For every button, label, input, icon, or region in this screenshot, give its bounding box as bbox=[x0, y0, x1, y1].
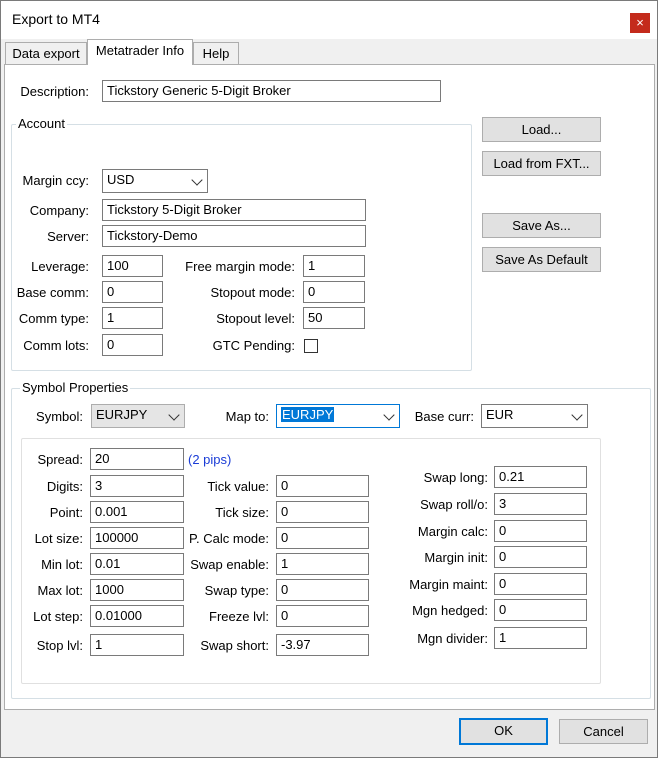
save-as-default-button[interactable]: Save As Default bbox=[482, 247, 601, 272]
swap-enable-field[interactable]: 1 bbox=[276, 553, 369, 575]
server-label: Server: bbox=[47, 229, 89, 244]
symbol-label: Symbol: bbox=[36, 409, 83, 424]
title-bar[interactable]: Export to MT4 × bbox=[1, 1, 657, 39]
account-group bbox=[11, 124, 472, 371]
base-comm-field[interactable]: 0 bbox=[102, 281, 163, 303]
server-field[interactable]: Tickstory-Demo bbox=[102, 225, 366, 247]
swap-enable-label: Swap enable: bbox=[190, 557, 269, 572]
margin-ccy-label: Margin ccy: bbox=[22, 173, 89, 188]
chevron-down-icon bbox=[191, 174, 203, 186]
map-to-value: EURJPY bbox=[281, 407, 335, 422]
symbol-value: EURJPY bbox=[96, 407, 148, 422]
stopout-mode-field[interactable]: 0 bbox=[303, 281, 365, 303]
swap-type-label: Swap type: bbox=[204, 583, 269, 598]
spread-pips-note: (2 pips) bbox=[188, 452, 232, 467]
comm-lots-field[interactable]: 0 bbox=[102, 334, 163, 356]
tick-value-field[interactable]: 0 bbox=[276, 475, 369, 497]
stopout-mode-label: Stopout mode: bbox=[210, 285, 295, 300]
max-lot-field[interactable]: 1000 bbox=[90, 579, 184, 601]
stop-lvl-label: Stop lvl: bbox=[36, 638, 83, 653]
stopout-level-field[interactable]: 50 bbox=[303, 307, 365, 329]
comm-type-label: Comm type: bbox=[18, 311, 89, 326]
account-group-title: Account bbox=[16, 116, 67, 131]
margin-init-label: Margin init: bbox=[424, 550, 488, 565]
free-margin-mode-label: Free margin mode: bbox=[185, 259, 295, 274]
stopout-level-label: Stopout level: bbox=[216, 311, 295, 326]
base-curr-label: Base curr: bbox=[414, 409, 474, 424]
tab-data-export[interactable]: Data export bbox=[5, 42, 87, 65]
point-label: Point: bbox=[49, 505, 83, 520]
base-comm-label: Base comm: bbox=[16, 285, 89, 300]
margin-ccy-select[interactable]: USD bbox=[102, 169, 208, 193]
leverage-label: Leverage: bbox=[31, 259, 89, 274]
margin-calc-label: Margin calc: bbox=[417, 524, 488, 539]
p-calc-mode-label: P. Calc mode: bbox=[189, 531, 269, 546]
tab-help[interactable]: Help bbox=[193, 42, 239, 65]
tick-value-label: Tick value: bbox=[207, 479, 269, 494]
comm-type-field[interactable]: 1 bbox=[102, 307, 163, 329]
load-from-fxt-button[interactable]: Load from FXT... bbox=[482, 151, 601, 176]
stop-lvl-field[interactable]: 1 bbox=[90, 634, 184, 656]
company-label: Company: bbox=[29, 203, 89, 218]
base-curr-select[interactable]: EUR bbox=[481, 404, 588, 428]
cancel-button[interactable]: Cancel bbox=[559, 719, 648, 744]
margin-calc-field[interactable]: 0 bbox=[494, 520, 587, 542]
load-button[interactable]: Load... bbox=[482, 117, 601, 142]
save-as-button[interactable]: Save As... bbox=[482, 213, 601, 238]
mgn-divider-field[interactable]: 1 bbox=[494, 627, 587, 649]
chevron-down-icon bbox=[383, 409, 395, 421]
description-field[interactable]: Tickstory Generic 5-Digit Broker bbox=[102, 80, 441, 102]
swap-roll-field[interactable]: 3 bbox=[494, 493, 587, 515]
swap-type-field[interactable]: 0 bbox=[276, 579, 369, 601]
spread-field[interactable]: 20 bbox=[90, 448, 184, 470]
export-dialog: Export to MT4 × Data export Metatrader I… bbox=[0, 0, 658, 758]
swap-short-label: Swap short: bbox=[200, 638, 269, 653]
gtc-pending-checkbox[interactable] bbox=[304, 339, 318, 353]
chevron-down-icon bbox=[168, 409, 180, 421]
tick-size-field[interactable]: 0 bbox=[276, 501, 369, 523]
swap-long-label: Swap long: bbox=[423, 470, 488, 485]
min-lot-field[interactable]: 0.01 bbox=[90, 553, 184, 575]
point-field[interactable]: 0.001 bbox=[90, 501, 184, 523]
lot-size-field[interactable]: 100000 bbox=[90, 527, 184, 549]
gtc-pending-label: GTC Pending: bbox=[212, 338, 295, 353]
digits-label: Digits: bbox=[46, 479, 83, 494]
symbol-properties-title: Symbol Properties bbox=[20, 380, 131, 395]
free-margin-mode-field[interactable]: 1 bbox=[303, 255, 365, 277]
swap-roll-label: Swap roll/o: bbox=[420, 497, 488, 512]
spread-label: Spread: bbox=[37, 452, 83, 467]
margin-maint-label: Margin maint: bbox=[409, 577, 488, 592]
swap-long-field[interactable]: 0.21 bbox=[494, 466, 587, 488]
tab-metatrader-info[interactable]: Metatrader Info bbox=[87, 39, 193, 65]
swap-short-field[interactable]: -3.97 bbox=[276, 634, 369, 656]
digits-field[interactable]: 3 bbox=[90, 475, 184, 497]
map-to-label: Map to: bbox=[225, 409, 269, 424]
p-calc-mode-field[interactable]: 0 bbox=[276, 527, 369, 549]
mgn-hedged-label: Mgn hedged: bbox=[412, 603, 488, 618]
min-lot-label: Min lot: bbox=[41, 557, 83, 572]
freeze-lvl-field[interactable]: 0 bbox=[276, 605, 369, 627]
lot-step-label: Lot step: bbox=[33, 609, 83, 624]
mgn-divider-label: Mgn divider: bbox=[417, 631, 488, 646]
chevron-down-icon bbox=[571, 409, 583, 421]
map-to-select[interactable]: EURJPY bbox=[276, 404, 400, 428]
window-title: Export to MT4 bbox=[12, 11, 100, 27]
ok-button[interactable]: OK bbox=[459, 718, 548, 745]
symbol-select[interactable]: EURJPY bbox=[91, 404, 185, 428]
base-curr-value: EUR bbox=[486, 407, 514, 422]
freeze-lvl-label: Freeze lvl: bbox=[209, 609, 269, 624]
close-button[interactable]: × bbox=[630, 13, 650, 33]
margin-maint-field[interactable]: 0 bbox=[494, 573, 587, 595]
company-field[interactable]: Tickstory 5-Digit Broker bbox=[102, 199, 366, 221]
mgn-hedged-field[interactable]: 0 bbox=[494, 599, 587, 621]
tick-size-label: Tick size: bbox=[215, 505, 269, 520]
lot-size-label: Lot size: bbox=[34, 531, 83, 546]
comm-lots-label: Comm lots: bbox=[23, 338, 89, 353]
lot-step-field[interactable]: 0.01000 bbox=[90, 605, 184, 627]
description-label: Description: bbox=[20, 84, 89, 99]
margin-ccy-value: USD bbox=[107, 172, 135, 187]
margin-init-field[interactable]: 0 bbox=[494, 546, 587, 568]
leverage-field[interactable]: 100 bbox=[102, 255, 163, 277]
max-lot-label: Max lot: bbox=[37, 583, 83, 598]
